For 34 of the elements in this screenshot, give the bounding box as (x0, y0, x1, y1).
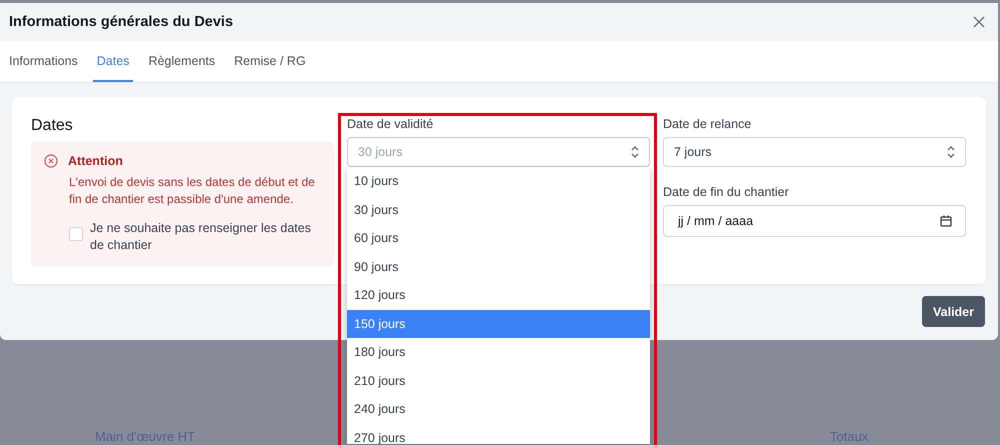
dropdown-option[interactable]: 210 jours (347, 366, 650, 395)
dropdown-option[interactable]: 150 jours (347, 310, 650, 338)
close-icon[interactable] (973, 16, 985, 28)
checkbox[interactable] (69, 227, 83, 241)
dropdown-option[interactable]: 30 jours (347, 196, 650, 224)
checkbox-label: Je ne souhaite pas renseigner les dates de chantier (90, 220, 312, 254)
calendar-icon (940, 215, 952, 227)
dropdown-option[interactable]: 10 jours (347, 167, 650, 196)
field-label: Date de fin du chantier (663, 185, 790, 199)
column-heading: Totaux (830, 429, 868, 444)
field-label: Date de validité (347, 117, 434, 131)
tab[interactable]: Dates (92, 41, 134, 82)
dropdown-option[interactable]: 90 jours (347, 252, 650, 281)
section-title: Dates (31, 117, 74, 135)
chevron-up-down-icon (946, 145, 956, 159)
dropdown-option[interactable]: 270 jours (347, 424, 650, 444)
date-field[interactable]: jj / mm / aaaa (663, 205, 966, 237)
dropdown-option[interactable]: 240 jours (347, 395, 650, 424)
chevron-up-down-icon (630, 145, 640, 159)
error-circle-icon (44, 154, 58, 168)
tab[interactable]: Règlements (144, 41, 220, 82)
alert-title: Attention (68, 154, 123, 168)
alert-message: L'envoi de devis sans les dates de début et de fin de chantier est passible d'une amende. (69, 174, 316, 208)
column-heading: Main d'œuvre HT (95, 429, 196, 444)
dialog-title: Informations générales du Devis (9, 14, 234, 30)
field-label: Date de relance (663, 117, 752, 131)
dropdown-option[interactable]: 180 jours (347, 338, 650, 366)
select-field[interactable]: 7 jours (663, 137, 966, 167)
tab[interactable]: Informations (5, 41, 82, 82)
select-field[interactable]: 30 jours (347, 137, 650, 167)
dropdown-option[interactable]: 120 jours (347, 281, 650, 310)
dropdown-option[interactable]: 60 jours (347, 224, 650, 252)
tab[interactable]: Remise / RG (230, 41, 310, 82)
validate-button[interactable]: Valider (922, 296, 985, 327)
